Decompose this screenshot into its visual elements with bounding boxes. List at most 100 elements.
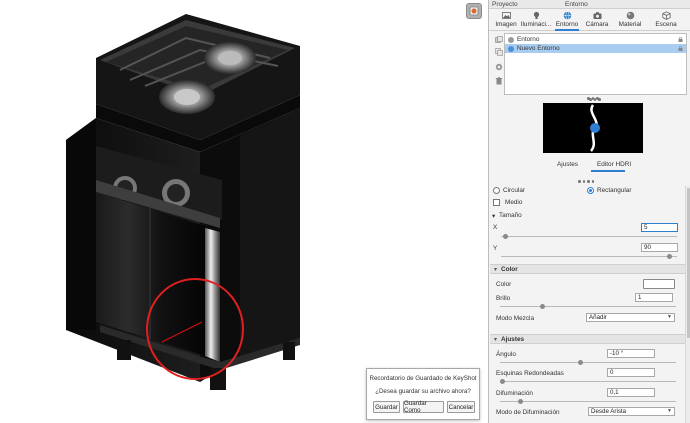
falloff-mode-select[interactable]: Desde Arista ▼ [588,407,675,416]
color-label: Color [496,281,512,288]
adjustments-section-header[interactable]: ▾ Ajustes [490,334,685,344]
scene-cube-icon [661,11,671,20]
half-label: Medio [505,199,523,206]
add-layer-icon [494,35,503,43]
tab-scene[interactable]: Escena [649,9,683,31]
tab-label: Escena [655,21,677,28]
save-as-button[interactable]: Guardar Como [403,400,444,414]
falloff-label: Difuminación [496,390,533,397]
project-tabs: Imagen Iluminaci... Entorno Cámara Mater… [489,9,690,31]
rounded-corners-input[interactable]: 0 [607,368,655,377]
select-value: Desde Arista [591,408,627,415]
light-bulb-icon [532,11,541,20]
brightness-label: Brillo [496,295,511,302]
blend-mode-label: Modo Mezcla [496,315,535,322]
duplicate-environment-button[interactable] [494,47,503,56]
environment-subtabs: Ajustes Editor HDRI [543,159,643,172]
environment-name: Nuevo Entorno [517,45,560,52]
size-y-slider[interactable] [501,254,677,259]
history-button[interactable] [466,3,482,19]
blend-mode-select[interactable]: Añadir ▼ [586,313,675,322]
environment-sphere-icon [508,36,514,43]
tab-label: Material [618,21,642,28]
tab-image[interactable]: Imagen [493,9,519,31]
size-x-input[interactable]: 5 [641,223,678,232]
tab-camera[interactable]: Cámara [583,9,611,31]
hdri-preview[interactable] [543,103,643,153]
environment-name: Entorno [517,36,540,43]
size-y-input[interactable]: 90 [641,243,678,252]
history-icon [469,6,479,16]
cancel-button[interactable]: Cancelar [447,401,475,413]
settings-icon [495,63,502,70]
angle-input[interactable]: -10 ° [607,349,655,358]
collapse-arrow-icon[interactable]: ▾ [492,212,495,220]
collapse-arrow-icon: ▾ [494,337,498,343]
rectangular-radio[interactable] [587,187,594,194]
hdri-light-shape [589,104,600,152]
lock-icon[interactable] [678,37,683,42]
list-item[interactable]: Entorno [505,35,686,44]
material-sphere-icon [626,11,635,20]
tab-label: Cámara [585,21,609,28]
panel-title: Entorno [565,1,588,8]
tab-environment[interactable]: Entorno [553,9,581,31]
circular-radio[interactable] [493,187,500,194]
color-section-header[interactable]: ▾ Color [490,264,685,274]
image-icon [501,11,511,20]
active-tab-indicator [591,170,625,172]
edit-environment-button[interactable] [494,62,503,71]
tab-hdri-editor[interactable]: Editor HDRI [597,161,631,168]
angle-slider[interactable] [500,360,676,365]
tab-material[interactable]: Material [613,9,647,31]
panel-header: Proyecto Entorno [489,0,690,9]
save-reminder-dialog: Recordatorio de Guardado de KeyShot ¿Des… [366,368,480,420]
circular-label: Circular [503,187,526,194]
panel-scrollbar[interactable] [685,186,690,423]
chevron-down-icon: ▼ [667,314,672,320]
y-label: Y [493,245,498,252]
slider-handle[interactable] [518,399,523,404]
tab-adjustments[interactable]: Ajustes [557,161,578,168]
slider-handle[interactable] [667,254,672,259]
half-checkbox[interactable] [493,199,500,206]
render-viewport[interactable]: Recordatorio de Guardado de KeyShot ¿Des… [0,0,488,423]
size-x-slider[interactable] [501,234,677,239]
falloff-mode-label: Modo de Difuminación [496,409,560,416]
falloff-slider[interactable] [500,399,676,404]
camera-icon [593,11,602,20]
slider-handle[interactable] [578,360,583,365]
angle-label: Ángulo [496,351,516,358]
slider-handle[interactable] [500,379,505,384]
chevron-down-icon: ▼ [667,408,672,414]
add-environment-button[interactable] [494,35,503,44]
slider-handle[interactable] [540,304,545,309]
color-swatch[interactable] [643,279,675,289]
resize-handle[interactable] [578,180,594,183]
delete-environment-button[interactable] [494,76,503,85]
environment-list[interactable]: Entorno Nuevo Entorno [504,33,687,95]
list-item[interactable]: Nuevo Entorno [505,44,686,53]
section-title: Ajustes [501,336,525,343]
lock-icon[interactable] [678,46,683,51]
tab-label: Iluminaci... [520,21,552,28]
environment-sphere-icon [508,45,514,52]
save-button[interactable]: Guardar [373,401,400,413]
brightness-input[interactable]: 1 [635,293,673,302]
brightness-slider[interactable] [500,304,676,309]
rounded-corners-slider[interactable] [500,379,676,384]
project-label[interactable]: Proyecto [492,1,518,8]
resize-handle[interactable] [589,98,601,101]
globe-icon [563,11,572,20]
tab-label: Entorno [555,21,579,28]
slider-handle[interactable] [503,234,508,239]
collapse-arrow-icon: ▾ [494,267,498,273]
tab-lighting[interactable]: Iluminaci... [519,9,553,31]
falloff-input[interactable]: 0,1 [607,388,655,397]
duplicate-icon [494,47,503,56]
size-title: Tamaño [499,212,522,219]
dialog-message: ¿Desea guardar su archivo ahora? [375,388,471,395]
rectangular-label: Rectangular [597,187,632,194]
dialog-title: Recordatorio de Guardado de KeyShot [369,375,477,382]
trash-icon [495,76,502,84]
